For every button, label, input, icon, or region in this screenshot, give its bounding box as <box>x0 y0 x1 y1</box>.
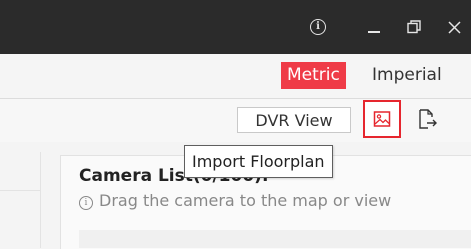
minimize-button[interactable] <box>358 0 390 54</box>
unit-toggle-bar: Metric Imperial <box>0 54 471 99</box>
info-icon: i <box>310 19 326 35</box>
dvr-view-button[interactable]: DVR View <box>237 107 351 133</box>
close-button[interactable] <box>438 0 471 54</box>
camera-list-body <box>79 230 471 248</box>
info-icon: i <box>79 196 93 210</box>
image-import-icon <box>373 111 391 127</box>
map-grid-line <box>0 190 40 191</box>
import-floorplan-tooltip: Import Floorplan <box>184 145 333 178</box>
minimize-icon <box>368 31 380 33</box>
info-button[interactable]: i <box>303 0 333 54</box>
export-button[interactable] <box>412 104 442 134</box>
export-icon <box>419 109 437 129</box>
map-canvas-edge <box>0 152 41 248</box>
close-icon <box>448 20 461 34</box>
hint-text: Drag the camera to the map or view <box>99 191 392 210</box>
metric-button[interactable]: Metric <box>281 62 346 89</box>
restore-button[interactable] <box>398 0 430 54</box>
imperial-button[interactable]: Imperial <box>372 62 442 89</box>
camera-list-hint: i Drag the camera to the map or view <box>79 191 471 210</box>
title-bar: i <box>0 0 471 54</box>
restore-icon <box>407 20 421 34</box>
import-floorplan-button[interactable] <box>363 100 401 138</box>
